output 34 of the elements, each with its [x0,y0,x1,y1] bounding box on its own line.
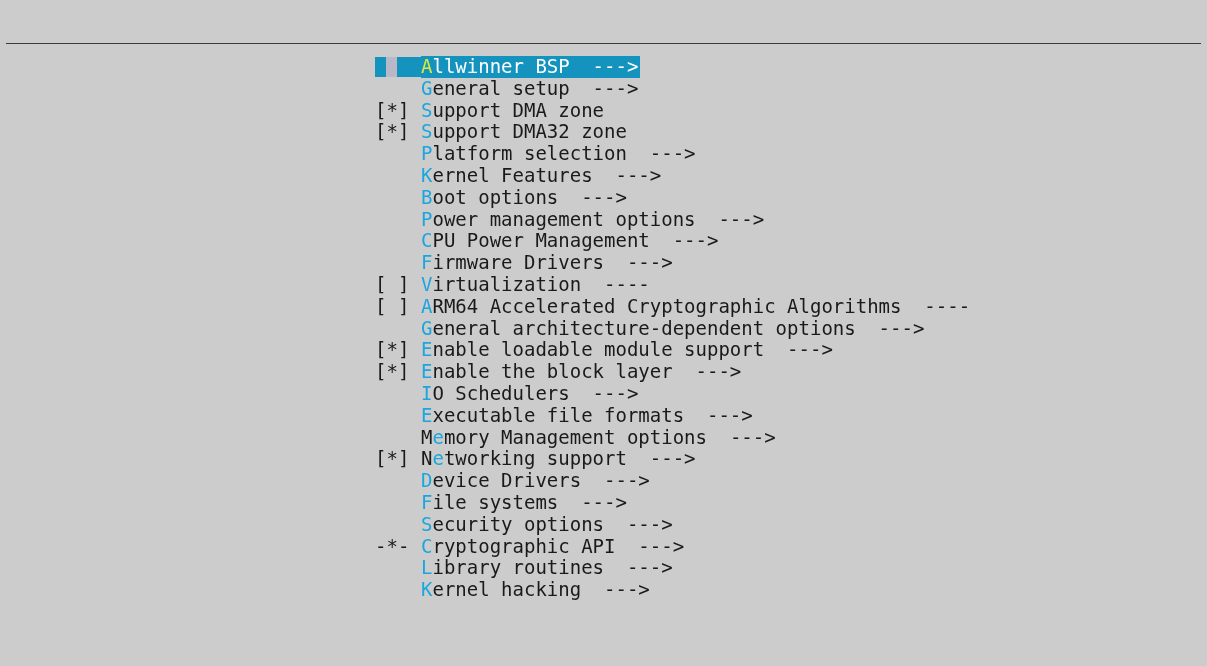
menu-item[interactable]: ARM64 Accelerated Cryptographic Algorithms ---- [421,295,973,318]
menu-item[interactable]: General setup ---> [421,77,641,100]
checkbox[interactable]: [*] [375,339,410,362]
checkbox[interactable]: [ ] [375,295,410,318]
menu-item[interactable]: Support DMA zone [421,99,607,122]
menu-item[interactable]: C ryptographic API ---> [421,535,687,558]
menu-item[interactable]: Platform selection ---> [421,143,698,165]
menu-item[interactable]: Memory Management options ---> [421,426,778,449]
checkbox[interactable]: [*] [375,99,410,122]
menu-item[interactable]: Boot options ---> [421,186,629,209]
menu-item[interactable]: Power management options ---> [421,208,767,231]
menu-item[interactable]: Kernel hacking ---> [421,579,652,601]
menu-item[interactable]: Virtualization ---- [421,273,652,296]
menu-item[interactable]: Library routines ---> [421,557,675,580]
menu-item[interactable]: Kernel Features ---> [421,165,664,187]
menu-item[interactable]: Networking support ---> [421,448,698,471]
menu-item[interactable]: Firmware Drivers ---> [421,252,675,274]
checkbox[interactable]: [*] [375,361,410,383]
menu-item[interactable]: Enable the block layer ---> [421,361,744,383]
menu-item[interactable]: IO Schedulers ---> [421,382,641,405]
forced-option-marker: -*- [375,535,410,558]
menu-item[interactable]: Enable loadable module support ---> [421,339,835,362]
menu-item[interactable]: Support DMA32 zone [421,121,629,144]
menu-item[interactable]: Security options ---> [421,513,675,536]
menu-item[interactable]: File systems ---> [421,491,629,514]
menu-item[interactable]: Executable file formats ---> [421,404,755,427]
checkbox[interactable]: [*] [375,448,410,471]
checkbox[interactable]: [ ] [375,273,410,296]
cursor-block [386,56,397,77]
menu-item[interactable]: General architecture-dependent options ---> [421,317,927,340]
menu-item[interactable]: CPU Power Management ---> [421,230,721,253]
menu-item[interactable]: Device Drivers ---> [421,470,652,492]
menu-item[interactable]: Allwinner BSP ---> [421,56,641,78]
checkbox[interactable]: [*] [375,121,410,144]
